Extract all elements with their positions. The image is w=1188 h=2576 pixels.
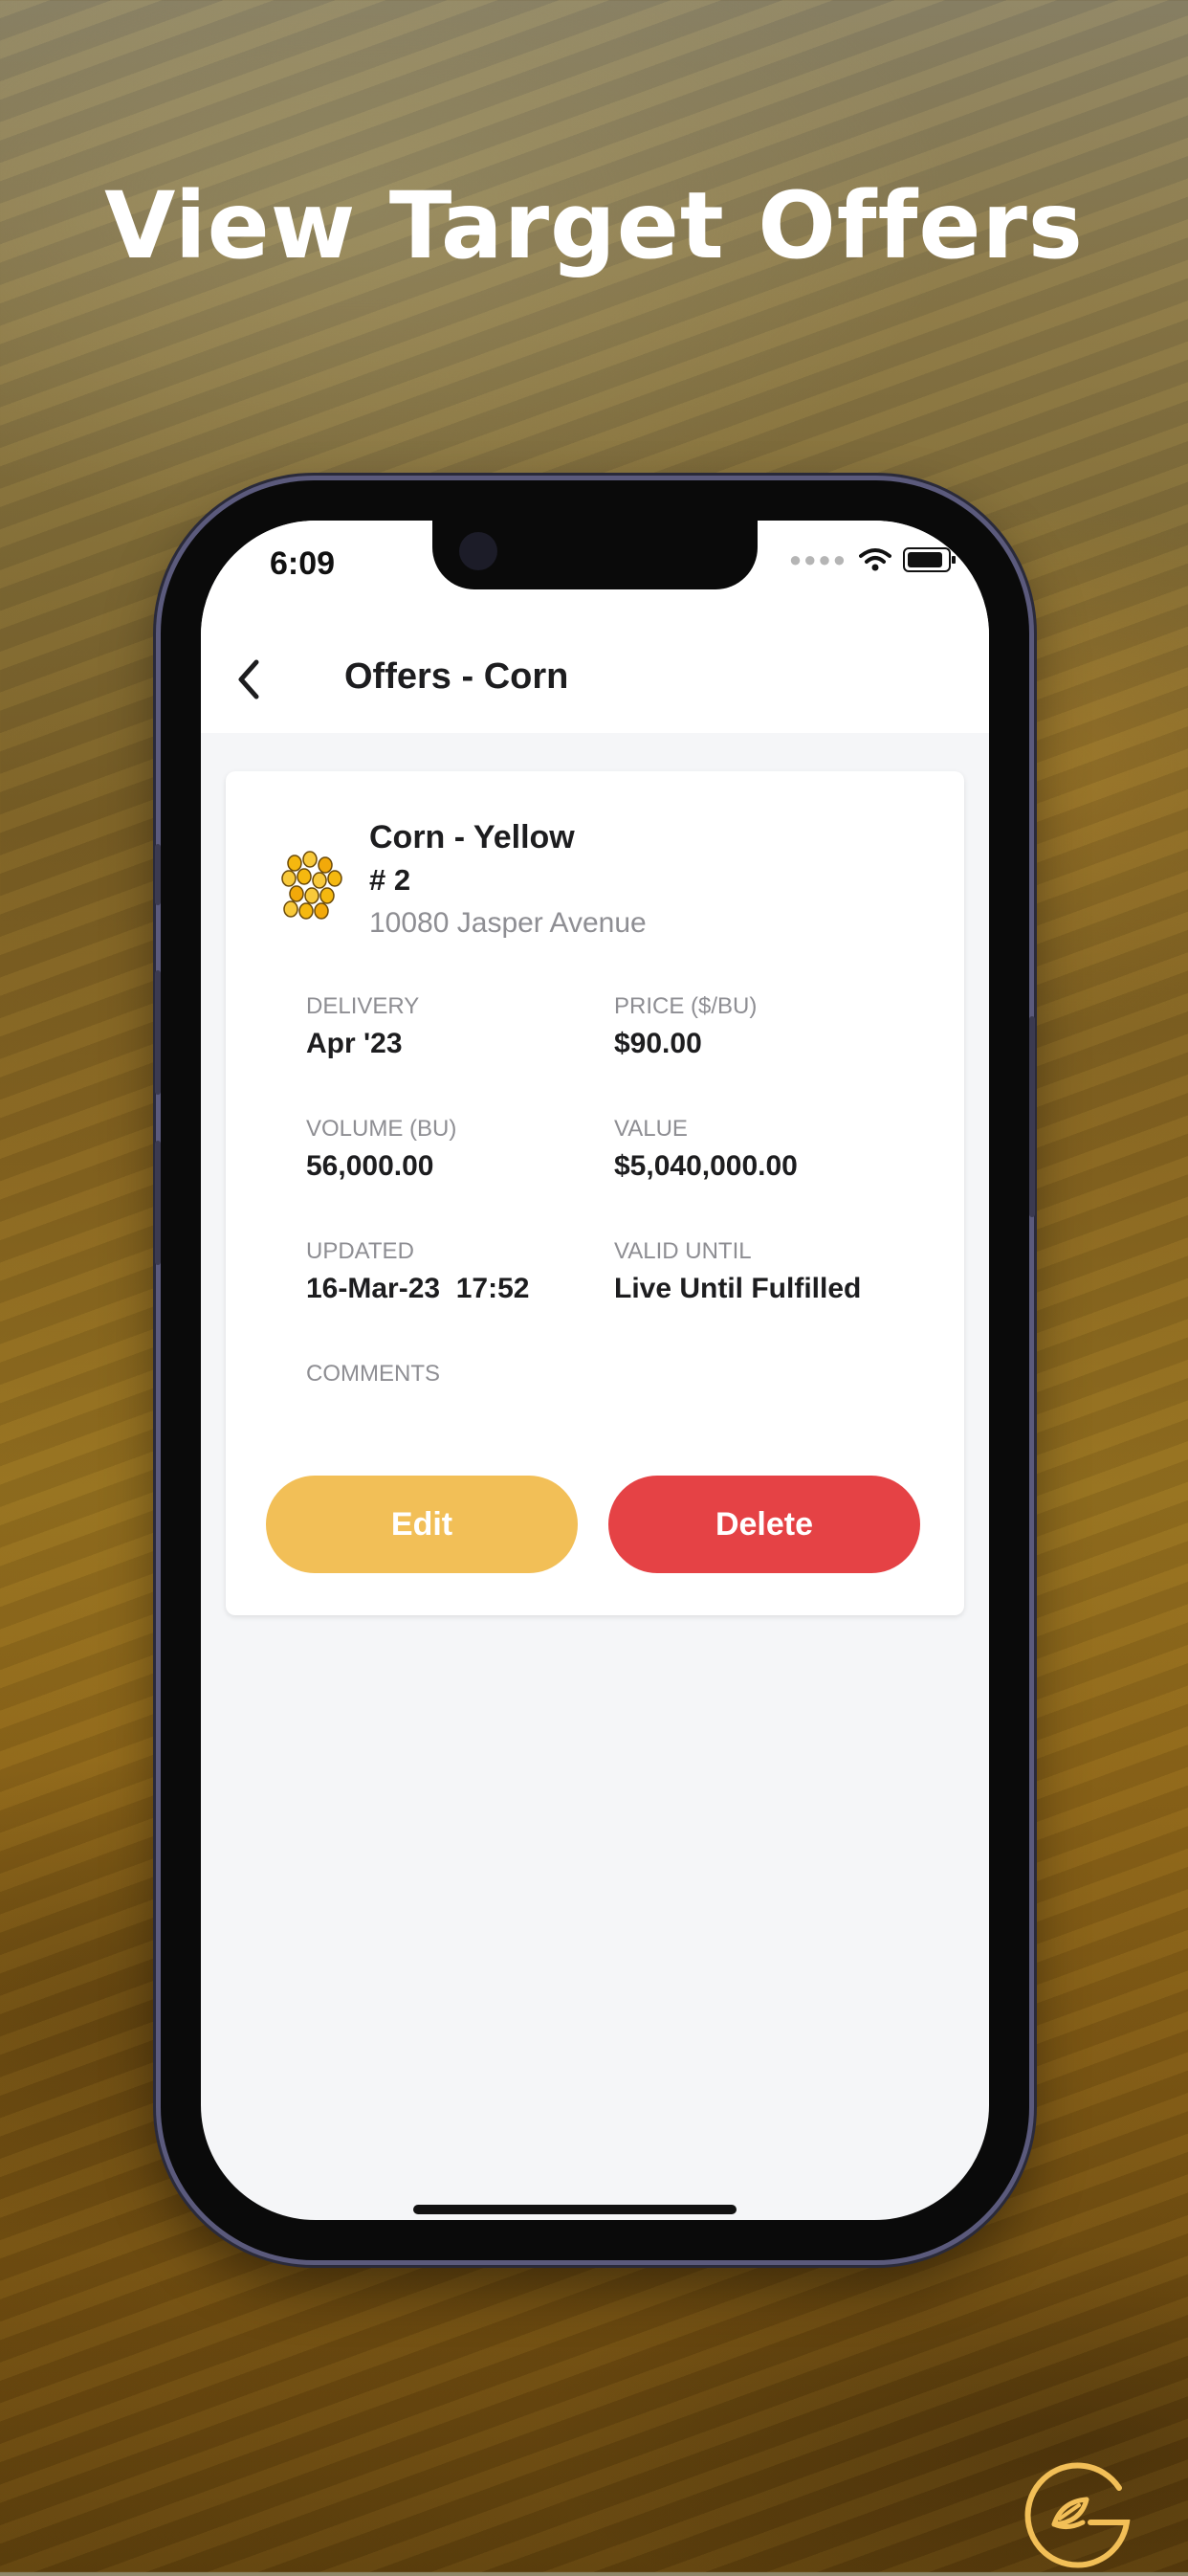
offer-card: Corn - Yellow # 2 10080 Jasper Avenue DE… bbox=[226, 771, 964, 1615]
page-title: Offers - Corn bbox=[344, 656, 569, 697]
edit-button[interactable]: Edit bbox=[266, 1476, 578, 1573]
phone-side-button bbox=[155, 844, 161, 905]
comments-label: COMMENTS bbox=[306, 1361, 440, 1387]
volume-label: VOLUME (BU) bbox=[306, 1116, 457, 1142]
wifi-icon bbox=[859, 548, 891, 571]
phone-notch bbox=[432, 521, 758, 589]
status-icons: ●●●● bbox=[788, 547, 956, 572]
leaf-g-logo-icon bbox=[1024, 2462, 1131, 2568]
corn-kernels-icon bbox=[281, 851, 342, 920]
offer-number: # 2 bbox=[369, 863, 411, 897]
valid-until-label: VALID UNTIL bbox=[614, 1238, 752, 1264]
home-indicator[interactable] bbox=[413, 2205, 737, 2214]
delete-button[interactable]: Delete bbox=[608, 1476, 920, 1573]
price-value: $90.00 bbox=[614, 1028, 702, 1059]
updated-value: 16-Mar-23 17:52 bbox=[306, 1273, 530, 1304]
signal-dots-icon: ●●●● bbox=[788, 547, 847, 571]
phone-power-button bbox=[1029, 1016, 1035, 1217]
offer-location: 10080 Jasper Avenue bbox=[369, 907, 647, 939]
valid-until-value: Live Until Fulfilled bbox=[614, 1273, 862, 1304]
phone-frame: 6:09 ●●●● Offers - Corn Corn - Yellow # … bbox=[155, 480, 1035, 2260]
nav-bar: Offers - Corn bbox=[201, 626, 989, 733]
updated-label: UPDATED bbox=[306, 1238, 414, 1264]
value-label: VALUE bbox=[614, 1116, 688, 1142]
headline: View Target Offers bbox=[104, 172, 1084, 279]
delivery-value: Apr '23 bbox=[306, 1028, 403, 1059]
back-button[interactable] bbox=[222, 651, 279, 708]
front-camera bbox=[459, 532, 497, 570]
phone-volume-up-button bbox=[155, 970, 161, 1095]
delivery-label: DELIVERY bbox=[306, 993, 420, 1019]
offer-commodity: Corn - Yellow bbox=[369, 819, 575, 855]
price-label: PRICE ($/BU) bbox=[614, 993, 758, 1019]
battery-icon bbox=[903, 547, 956, 572]
status-time: 6:09 bbox=[270, 545, 336, 582]
phone-volume-down-button bbox=[155, 1141, 161, 1265]
chevron-left-icon bbox=[238, 659, 259, 700]
phone-screen: 6:09 ●●●● Offers - Corn Corn - Yellow # … bbox=[201, 521, 989, 2220]
value-value: $5,040,000.00 bbox=[614, 1150, 798, 1182]
volume-value: 56,000.00 bbox=[306, 1150, 434, 1182]
